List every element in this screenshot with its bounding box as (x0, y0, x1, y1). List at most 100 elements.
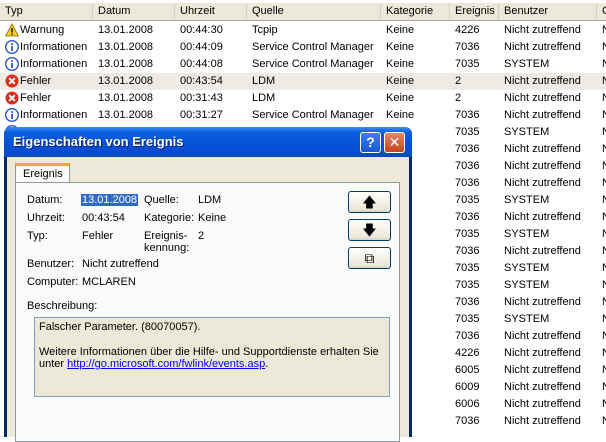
cell-ereignis: 7035 (455, 194, 480, 206)
table-row[interactable]: Informationen 13.01.2008 00:44:08 Service C… (0, 56, 606, 73)
tab-panel: Datum: 13.01.2008 Uhrzeit: 00:43:54 Typ:… (15, 182, 400, 442)
datum-value[interactable]: 13.01.2008 (81, 194, 139, 206)
benutzer-label: Benutzer: (27, 258, 75, 270)
cell-c: N (602, 211, 606, 223)
cell-ereignis: 6009 (455, 381, 480, 393)
ereignis-label-2: kennung: (144, 242, 190, 254)
cell-c: N (602, 92, 606, 104)
help-button[interactable]: ? (360, 132, 381, 153)
cell-uhrzeit: 00:44:09 (180, 41, 223, 53)
cell-ereignis: 2 (455, 75, 462, 87)
dialog-client: Ereignis Datum: 13.01.2008 Uhrzeit: 00:4… (7, 157, 409, 442)
warning-icon (4, 23, 20, 37)
cell-c: N (602, 296, 606, 308)
cell-c: N (602, 279, 606, 291)
cell-benutzer: Nicht zutreffend (504, 75, 581, 87)
cell-c: N (602, 177, 606, 189)
column-header-1[interactable]: Typ (0, 3, 93, 20)
cell-benutzer: Nicht zutreffend (504, 41, 581, 53)
cell-datum: 13.01.2008 (98, 58, 154, 70)
table-row[interactable]: Fehler 13.01.2008 00:43:54 LDM Keine 2 Nicht z… (0, 73, 606, 90)
cell-quelle: LDM (252, 75, 276, 87)
close-button[interactable]: ✕ (384, 132, 405, 153)
cell-c: N (602, 58, 606, 70)
cell-datum: 13.01.2008 (98, 109, 154, 121)
cell-benutzer: SYSTEM (504, 279, 550, 291)
cell-ereignis: 2 (455, 92, 462, 104)
benutzer-value: Nicht zutreffend (82, 258, 159, 270)
arrow-up-icon: 🡅 (362, 194, 377, 210)
cell-c: N (602, 160, 606, 172)
column-header-2[interactable]: Datum (93, 3, 175, 20)
column-header-8[interactable]: C (597, 3, 606, 20)
cell-benutzer: Nicht zutreffend (504, 330, 581, 342)
cell-benutzer: SYSTEM (504, 58, 550, 70)
computer-label: Computer: (27, 276, 79, 288)
cell-c: N (602, 109, 606, 121)
cell-benutzer: SYSTEM (504, 313, 550, 325)
cell-ereignis: 7035 (455, 228, 480, 240)
quelle-label: Quelle: (144, 194, 179, 206)
column-header-4[interactable]: Quelle (247, 3, 381, 20)
description-box[interactable]: Falscher Parameter. (80070057). Weitere … (34, 317, 390, 397)
cell-ereignis: 6005 (455, 364, 480, 376)
table-row[interactable]: Informationen 13.01.2008 00:44:09 Service C… (0, 39, 606, 56)
cell-kategorie: Keine (386, 75, 415, 87)
copy-icon: ⧉ (364, 250, 375, 266)
cell-c: N (602, 126, 606, 138)
cell-benutzer: SYSTEM (504, 194, 550, 206)
cell-ereignis: 7036 (455, 296, 480, 308)
cell-ereignis: 6006 (455, 398, 480, 410)
cell-typ: Informationen (20, 109, 88, 121)
column-header-bar: Typ Datum Uhrzeit Quelle Kategorie Ereignis Be… (0, 3, 606, 21)
kategorie-label: Kategorie: (144, 212, 195, 224)
cell-c: N (602, 313, 606, 325)
cell-benutzer: Nicht zutreffend (504, 92, 581, 104)
cell-c: N (602, 347, 606, 359)
error-icon (5, 74, 19, 88)
column-header-5[interactable]: Kategorie (381, 3, 450, 20)
cell-benutzer: Nicht zutreffend (504, 245, 581, 257)
previous-event-button[interactable]: 🡅 (348, 191, 391, 213)
cell-uhrzeit: 00:44:08 (180, 58, 223, 70)
cell-ereignis: 7036 (455, 109, 480, 121)
cell-ereignis: 4226 (455, 347, 480, 359)
typ-label: Typ: (27, 230, 48, 242)
cell-c: N (602, 194, 606, 206)
table-row[interactable]: Informationen 13.01.2008 00:31:27 Service C… (0, 107, 606, 124)
cell-typ: Fehler (20, 75, 52, 87)
cell-ereignis: 7035 (455, 58, 480, 70)
cell-ereignis: 7036 (455, 245, 480, 257)
cell-typ: Informationen (20, 41, 88, 53)
cell-c: N (602, 245, 606, 257)
cell-datum: 13.01.2008 (98, 41, 154, 53)
help-link[interactable]: http://go.microsoft.com/fwlink/events.as… (67, 358, 265, 370)
cell-ereignis: 7036 (455, 415, 480, 427)
table-row[interactable]: Warnung 13.01.2008 00:44:30 Tcpip Keine 4226 N… (0, 22, 606, 39)
cell-benutzer: Nicht zutreffend (504, 109, 581, 121)
cell-benutzer: SYSTEM (504, 262, 550, 274)
cell-ereignis: 7036 (455, 330, 480, 342)
cell-kategorie: Keine (386, 92, 415, 104)
cell-ereignis: 7035 (455, 262, 480, 274)
dialog-title-bar[interactable]: Eigenschaften von Ereignis ? ✕ (4, 127, 412, 157)
cell-kategorie: Keine (386, 24, 415, 36)
cell-ereignis: 7036 (455, 143, 480, 155)
description-line-1: Falscher Parameter. (80070057). (39, 321, 201, 333)
tab-ereignis[interactable]: Ereignis (15, 163, 70, 183)
cell-typ: Warnung (20, 24, 65, 36)
column-header-6[interactable]: Ereignis (450, 3, 499, 20)
cell-c: N (602, 381, 606, 393)
cell-c: N (602, 364, 606, 376)
cell-ereignis: 7036 (455, 211, 480, 223)
cell-datum: 13.01.2008 (98, 75, 154, 87)
next-event-button[interactable]: 🡇 (348, 219, 391, 241)
copy-button[interactable]: ⧉ (348, 247, 391, 269)
cell-c: N (602, 262, 606, 274)
table-row[interactable]: Fehler 13.01.2008 00:31:43 LDM Keine 2 Nicht z… (0, 90, 606, 107)
cell-benutzer: Nicht zutreffend (504, 364, 581, 376)
column-header-3[interactable]: Uhrzeit (175, 3, 247, 20)
column-header-7[interactable]: Benutzer (499, 3, 597, 20)
cell-datum: 13.01.2008 (98, 24, 154, 36)
cell-c: N (602, 228, 606, 240)
